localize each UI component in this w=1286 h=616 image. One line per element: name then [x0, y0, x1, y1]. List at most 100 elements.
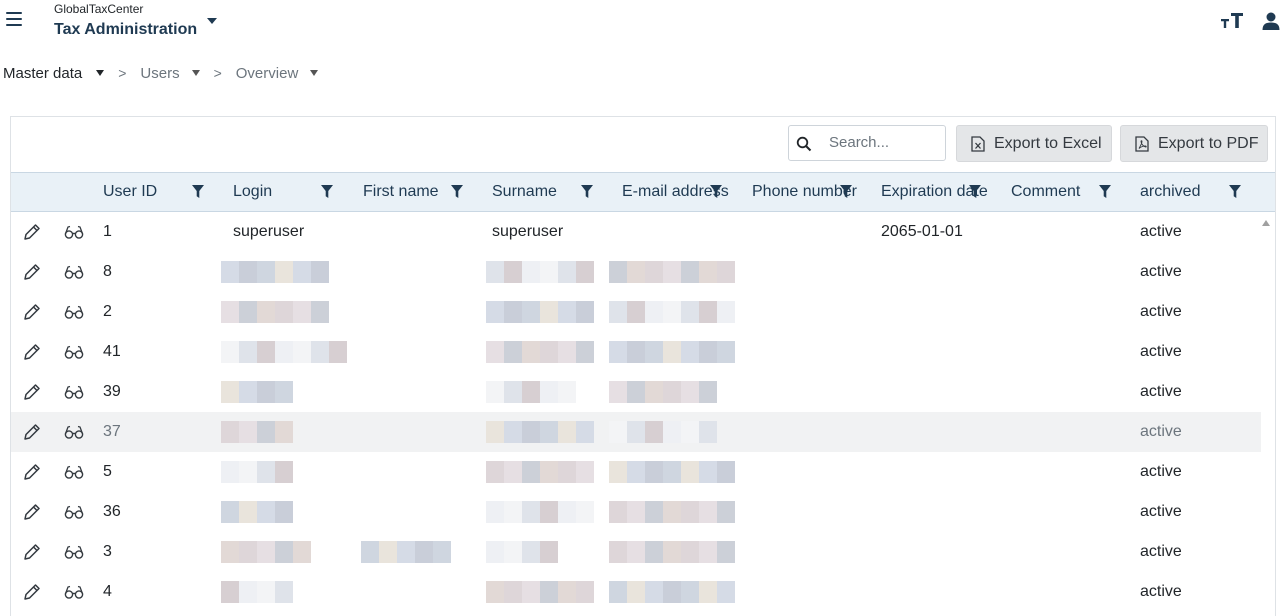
redacted-value — [609, 581, 735, 603]
redacted-value — [221, 341, 347, 363]
filter-icon[interactable] — [1099, 185, 1111, 198]
column-header-archived[interactable]: archived — [1140, 173, 1200, 211]
table-row[interactable]: 5 active — [11, 452, 1261, 492]
redacted-value — [486, 541, 558, 563]
breadcrumb-label: Users — [140, 64, 180, 82]
caret-down-icon — [96, 70, 105, 76]
edit-pencil-icon[interactable] — [23, 223, 41, 241]
app-name: GlobalTaxCenter — [54, 2, 144, 16]
export-excel-button[interactable]: Export to Excel — [956, 125, 1112, 162]
search-input[interactable] — [829, 134, 939, 151]
search-icon — [796, 136, 812, 152]
table-row[interactable]: 36 active — [11, 492, 1261, 532]
filter-icon[interactable] — [969, 185, 981, 198]
filter-icon[interactable] — [840, 185, 852, 198]
cell-user-id: 1 — [103, 223, 112, 240]
view-glasses-icon[interactable] — [64, 544, 84, 560]
table-row[interactable]: 8 active — [11, 252, 1261, 292]
edit-pencil-icon[interactable] — [23, 303, 41, 321]
filter-icon[interactable] — [451, 185, 463, 198]
column-header-surname[interactable]: Surname — [492, 173, 557, 211]
column-header-login[interactable]: Login — [233, 173, 272, 211]
view-glasses-icon[interactable] — [64, 224, 84, 240]
redacted-value — [486, 581, 594, 603]
redacted-value — [486, 301, 594, 323]
view-glasses-icon[interactable] — [64, 264, 84, 280]
column-label: Comment — [1011, 183, 1081, 200]
table-row[interactable]: 1 superuser superuser 2065-01-01 active — [11, 212, 1261, 252]
cell-archived: active — [1140, 543, 1182, 560]
edit-pencil-icon[interactable] — [23, 263, 41, 281]
edit-pencil-icon[interactable] — [23, 463, 41, 481]
breadcrumb: Master data > Users > Overview — [3, 62, 319, 84]
module-switch-dropdown[interactable] — [204, 14, 220, 28]
filter-icon[interactable] — [1229, 185, 1241, 198]
caret-down-icon — [191, 70, 200, 76]
view-glasses-icon[interactable] — [64, 424, 84, 440]
column-label: Login — [233, 183, 273, 200]
export-pdf-button[interactable]: Export to PDF — [1120, 125, 1268, 162]
column-label: Surname — [492, 183, 557, 200]
cell-expiration-date: 2065-01-01 — [881, 223, 963, 240]
redacted-value — [609, 421, 717, 443]
cell-archived: active — [1140, 463, 1182, 480]
edit-pencil-icon[interactable] — [23, 543, 41, 561]
edit-pencil-icon[interactable] — [23, 343, 41, 361]
redacted-value — [609, 541, 735, 563]
view-glasses-icon[interactable] — [64, 464, 84, 480]
search-field[interactable] — [788, 125, 946, 161]
table-row[interactable]: 39 active — [11, 372, 1261, 412]
table-body: 1 superuser superuser 2065-01-01 active 8 acti… — [11, 212, 1261, 608]
filter-icon[interactable] — [321, 185, 333, 198]
module-title: Tax Administration — [54, 21, 198, 38]
caret-down-icon — [207, 18, 217, 24]
cell-archived: active — [1140, 303, 1182, 320]
redacted-value — [221, 541, 311, 563]
table-row[interactable]: 2 active — [11, 292, 1261, 332]
filter-icon[interactable] — [192, 185, 204, 198]
table-row[interactable]: 4 active — [11, 572, 1261, 608]
breadcrumb-overview[interactable]: Overview — [236, 65, 319, 82]
cell-archived: active — [1140, 583, 1182, 600]
breadcrumb-label: Overview — [235, 64, 299, 82]
redacted-value — [609, 461, 735, 483]
font-size-icon[interactable] — [1220, 10, 1244, 30]
filter-icon[interactable] — [710, 185, 722, 198]
redacted-value — [221, 301, 329, 323]
edit-pencil-icon[interactable] — [23, 503, 41, 521]
table-row[interactable]: 41 active — [11, 332, 1261, 372]
cell-archived: active — [1140, 223, 1182, 240]
breadcrumb-label: Master data — [3, 64, 83, 82]
table-row[interactable]: 37 active — [11, 412, 1261, 452]
view-glasses-icon[interactable] — [64, 504, 84, 520]
view-glasses-icon[interactable] — [64, 384, 84, 400]
view-glasses-icon[interactable] — [64, 344, 84, 360]
column-header-first-name[interactable]: First name — [363, 173, 439, 211]
redacted-value — [486, 421, 594, 443]
cell-archived: active — [1140, 503, 1182, 520]
column-header-user-id[interactable]: User ID — [103, 173, 157, 211]
table-row[interactable]: 3 active — [11, 532, 1261, 572]
cell-archived: active — [1140, 343, 1182, 360]
pdf-file-icon — [1135, 135, 1149, 152]
edit-pencil-icon[interactable] — [23, 423, 41, 441]
view-glasses-icon[interactable] — [64, 304, 84, 320]
breadcrumb-master-data[interactable]: Master data — [3, 64, 105, 82]
cell-archived: active — [1140, 423, 1182, 440]
redacted-value — [609, 301, 735, 323]
hamburger-menu-icon[interactable] — [6, 12, 22, 26]
scrollbar-up-arrow[interactable] — [1262, 220, 1270, 226]
view-glasses-icon[interactable] — [64, 584, 84, 600]
redacted-value — [609, 381, 717, 403]
user-account-icon[interactable] — [1262, 11, 1280, 31]
export-pdf-label: Export to PDF — [1158, 134, 1259, 152]
breadcrumb-users[interactable]: Users — [140, 64, 200, 82]
column-header-comment[interactable]: Comment — [1011, 173, 1080, 211]
edit-pencil-icon[interactable] — [23, 583, 41, 601]
filter-icon[interactable] — [581, 185, 593, 198]
cell-user-id: 41 — [103, 343, 121, 360]
cell-user-id: 3 — [103, 543, 112, 560]
edit-pencil-icon[interactable] — [23, 383, 41, 401]
export-excel-label: Export to Excel — [994, 134, 1102, 152]
redacted-value — [221, 381, 293, 403]
